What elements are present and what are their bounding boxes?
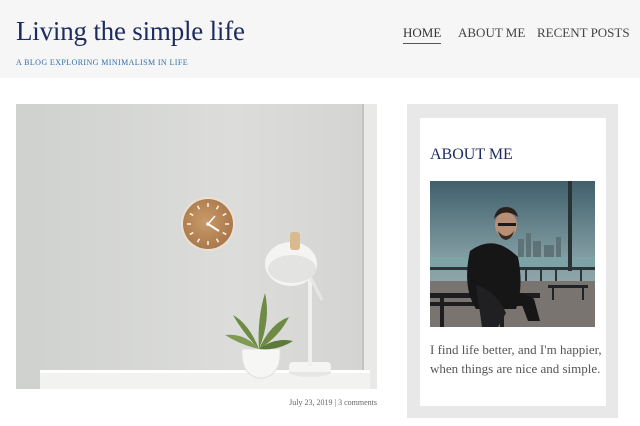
active-underline xyxy=(403,43,442,44)
sidebar: ABOUT ME I find life better, and I'm hap… xyxy=(407,104,618,418)
clock-icon xyxy=(181,197,235,251)
site-title[interactable]: Living the simple life xyxy=(16,16,245,47)
featured-post-image[interactable] xyxy=(16,104,377,389)
featured-image-illustration xyxy=(16,104,377,389)
nav-item-about-me-label: ABOUT ME xyxy=(458,25,526,40)
site-header: Living the simple life A BLOG EXPLORING … xyxy=(0,0,640,78)
nav-item-home[interactable]: HOME xyxy=(403,25,442,44)
portrait-illustration xyxy=(430,181,595,327)
about-me-heading: ABOUT ME xyxy=(430,146,513,163)
about-me-photo xyxy=(430,181,595,327)
about-me-text: I find life better, and I'm happier, whe… xyxy=(430,342,602,376)
nav-item-recent-posts[interactable]: RECENT POSTS xyxy=(537,25,630,41)
post-meta: July 23, 2019 | 3 comments xyxy=(289,398,377,407)
nav-item-home-label: HOME xyxy=(403,25,442,40)
nav-item-about-me[interactable]: ABOUT ME xyxy=(458,25,525,41)
about-me-widget: ABOUT ME I find life better, and I'm hap… xyxy=(420,118,606,406)
nav-item-recent-posts-label: RECENT POSTS xyxy=(537,25,630,40)
site-tagline: A BLOG EXPLORING MINIMALISM IN LIFE xyxy=(16,58,188,67)
